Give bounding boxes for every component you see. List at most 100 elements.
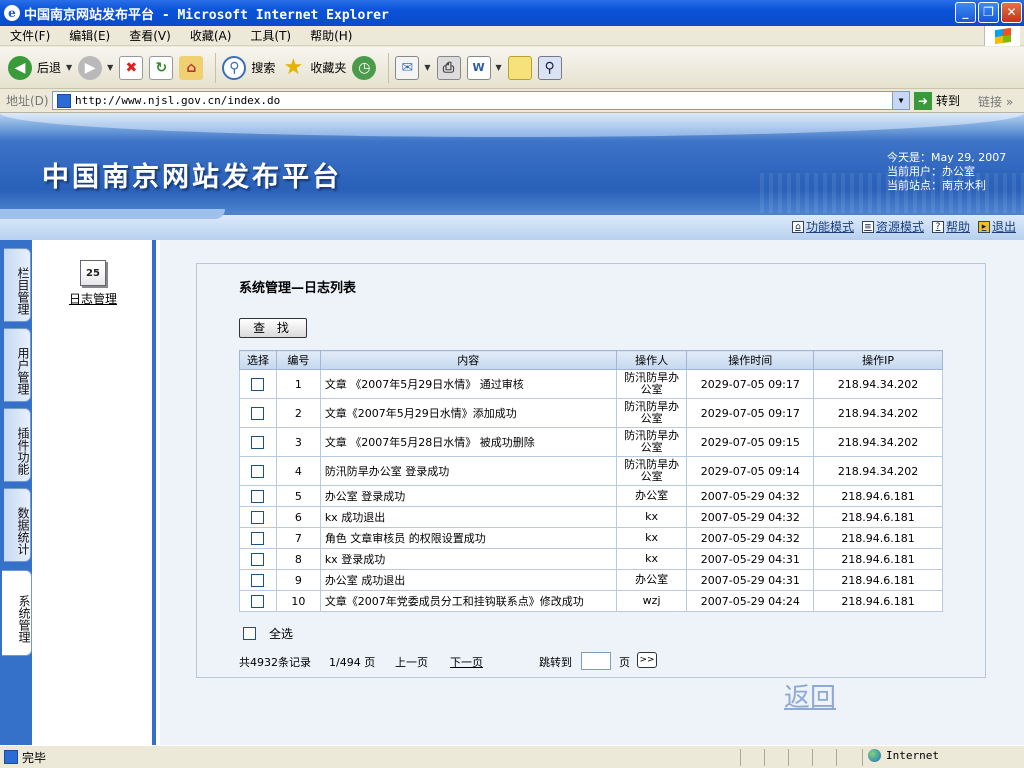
row-checkbox[interactable] bbox=[251, 573, 265, 587]
row-number: 2 bbox=[275, 398, 321, 428]
tab-data-statistics[interactable]: 数据统计 bbox=[4, 488, 31, 562]
home-icon: ⌂ bbox=[791, 220, 804, 233]
row-checkbox[interactable] bbox=[251, 594, 265, 608]
row-checkbox[interactable] bbox=[251, 377, 265, 391]
exit-link[interactable]: ▸ 退出 bbox=[977, 218, 1016, 235]
close-button[interactable]: ✕ bbox=[1001, 2, 1022, 23]
row-content: 文章《2007年党委成员分工和挂钩联系点》修改成功 bbox=[319, 590, 617, 612]
address-dropdown-icon[interactable]: ▼ bbox=[892, 92, 909, 109]
row-content: kx 登录成功 bbox=[319, 548, 617, 570]
zone-label: Internet bbox=[886, 749, 939, 762]
row-ip: 218.94.6.181 bbox=[813, 590, 943, 612]
calendar-icon: 25 bbox=[80, 260, 106, 286]
search-button[interactable]: ⚲ 搜索 bbox=[222, 52, 275, 84]
print-button[interactable]: ⎙ bbox=[436, 52, 461, 84]
go-arrow-icon: ➜ bbox=[914, 91, 932, 110]
row-content: 文章 《2007年5月28日水情》 被成功删除 bbox=[319, 427, 617, 457]
next-page-link[interactable]: 下一页 bbox=[450, 654, 483, 670]
security-zone: Internet bbox=[868, 749, 939, 762]
table-row: 10 文章《2007年党委成员分工和挂钩联系点》修改成功 wzj 2007-05-29… bbox=[239, 590, 943, 612]
row-checkbox[interactable] bbox=[251, 510, 265, 524]
forward-button[interactable]: ▶ ▼ bbox=[78, 52, 113, 84]
tab-plugin-functions[interactable]: 插件功能 bbox=[4, 408, 31, 482]
mail-button[interactable]: ✉ ▼ bbox=[395, 52, 431, 84]
favorites-button[interactable]: ★ 收藏夹 bbox=[281, 52, 346, 84]
tab-system-management[interactable]: 系统管理 bbox=[2, 570, 32, 656]
back-button[interactable]: ◀ 后退 ▼ bbox=[8, 52, 72, 84]
help-link[interactable]: ? 帮助 bbox=[931, 218, 970, 235]
page-position: 1/494 页 bbox=[329, 656, 376, 669]
search-button[interactable]: 查 找 bbox=[239, 318, 307, 338]
site-banner: 中国南京网站发布平台 今天是：May 29, 2007 当前用户：办公室 当前站… bbox=[0, 113, 1024, 240]
row-checkbox[interactable] bbox=[251, 464, 265, 478]
row-number: 4 bbox=[275, 456, 321, 486]
current-site: 当前站点：南京水利 bbox=[887, 179, 986, 192]
column-header-time: 操作时间 bbox=[686, 350, 815, 370]
row-time: 2029-07-05 09:14 bbox=[686, 456, 815, 486]
row-operator: 防汛防旱办公室 bbox=[615, 398, 688, 428]
links-button[interactable]: 链接 » bbox=[978, 93, 1013, 110]
menu-help[interactable]: 帮助(H) bbox=[300, 27, 361, 44]
mail-dropdown-icon[interactable]: ▼ bbox=[424, 63, 430, 72]
row-checkbox[interactable] bbox=[251, 435, 265, 449]
menu-favorites[interactable]: 收藏(A) bbox=[180, 27, 241, 44]
jump-button[interactable]: >> bbox=[637, 652, 657, 668]
row-select bbox=[239, 456, 277, 486]
home-button[interactable]: ⌂ bbox=[179, 52, 204, 84]
edit-dropdown-icon[interactable]: ▼ bbox=[496, 63, 502, 72]
jump-page-input[interactable] bbox=[581, 652, 611, 670]
log-table: 选择 编号 内容 操作人 操作时间 操作IP 1 文章 《2007年5月29日水情… bbox=[239, 350, 943, 612]
address-input[interactable]: http://www.njsl.gov.cn/index.do ▼ bbox=[52, 91, 910, 110]
go-button[interactable]: ➜ 转到 bbox=[914, 91, 960, 110]
select-all-checkbox[interactable] bbox=[243, 627, 256, 640]
row-checkbox[interactable] bbox=[251, 406, 265, 420]
log-management-item[interactable]: 25 日志管理 bbox=[68, 260, 118, 307]
row-checkbox[interactable] bbox=[251, 489, 265, 503]
research-button[interactable]: ⚲ bbox=[537, 52, 562, 84]
row-ip: 218.94.34.202 bbox=[813, 456, 943, 486]
address-url: http://www.njsl.gov.cn/index.do bbox=[75, 94, 281, 107]
row-ip: 218.94.34.202 bbox=[813, 427, 943, 457]
table-row: 5 办公室 登录成功 办公室 2007-05-29 04:32 218.94.6.181 bbox=[239, 485, 943, 507]
mode-bar: ⌂ 功能模式 ≡ 资源模式 ? 帮助 ▸ 退出 bbox=[0, 209, 1024, 240]
history-button[interactable]: ◷ bbox=[352, 52, 377, 84]
edit-button[interactable]: W ▼ bbox=[466, 52, 502, 84]
stop-button[interactable]: ✖ bbox=[119, 52, 144, 84]
row-operator: kx bbox=[615, 506, 688, 528]
row-time: 2007-05-29 04:32 bbox=[686, 485, 815, 507]
menu-file[interactable]: 文件(F) bbox=[0, 27, 59, 44]
menu-tools[interactable]: 工具(T) bbox=[240, 27, 300, 44]
word-edit-icon: W bbox=[466, 55, 491, 80]
back-link[interactable]: 返回 bbox=[784, 677, 836, 714]
row-checkbox[interactable] bbox=[251, 552, 265, 566]
row-number: 8 bbox=[275, 548, 321, 570]
home-icon: ⌂ bbox=[179, 55, 204, 80]
row-number: 9 bbox=[275, 569, 321, 591]
table-row: 9 办公室 成功退出 办公室 2007-05-29 04:31 218.94.6.181 bbox=[239, 569, 943, 591]
discuss-button[interactable] bbox=[507, 52, 532, 84]
status-text: 完毕 bbox=[22, 750, 47, 765]
menu-view[interactable]: 查看(V) bbox=[119, 27, 180, 44]
forward-dropdown-icon[interactable]: ▼ bbox=[107, 63, 113, 72]
page-icon bbox=[57, 93, 71, 108]
table-header-row: 选择 编号 内容 操作人 操作时间 操作IP bbox=[239, 350, 943, 370]
prev-page-link[interactable]: 上一页 bbox=[395, 654, 428, 670]
minimize-button[interactable]: _ bbox=[955, 2, 976, 23]
tab-column-management[interactable]: 栏目管理 bbox=[4, 248, 31, 322]
row-select bbox=[239, 398, 277, 428]
menu-edit[interactable]: 编辑(E) bbox=[59, 27, 119, 44]
row-content: 角色 文章审核员 的权限设置成功 bbox=[319, 527, 617, 549]
select-all[interactable]: 全选 bbox=[243, 625, 293, 642]
back-dropdown-icon[interactable]: ▼ bbox=[66, 63, 72, 72]
research-icon: ⚲ bbox=[537, 55, 562, 80]
row-operator: 防汛防旱办公室 bbox=[615, 456, 688, 486]
maximize-button[interactable]: ❐ bbox=[978, 2, 999, 23]
jump-to-label: 跳转到 bbox=[539, 656, 572, 669]
function-mode-link[interactable]: ⌂ 功能模式 bbox=[791, 218, 854, 235]
row-ip: 218.94.6.181 bbox=[813, 569, 943, 591]
row-checkbox[interactable] bbox=[251, 531, 265, 545]
resource-mode-link[interactable]: ≡ 资源模式 bbox=[861, 218, 924, 235]
tab-user-management[interactable]: 用户管理 bbox=[4, 328, 31, 402]
refresh-button[interactable]: ↻ bbox=[149, 52, 174, 84]
today-date: 今天是：May 29, 2007 bbox=[887, 151, 1007, 164]
